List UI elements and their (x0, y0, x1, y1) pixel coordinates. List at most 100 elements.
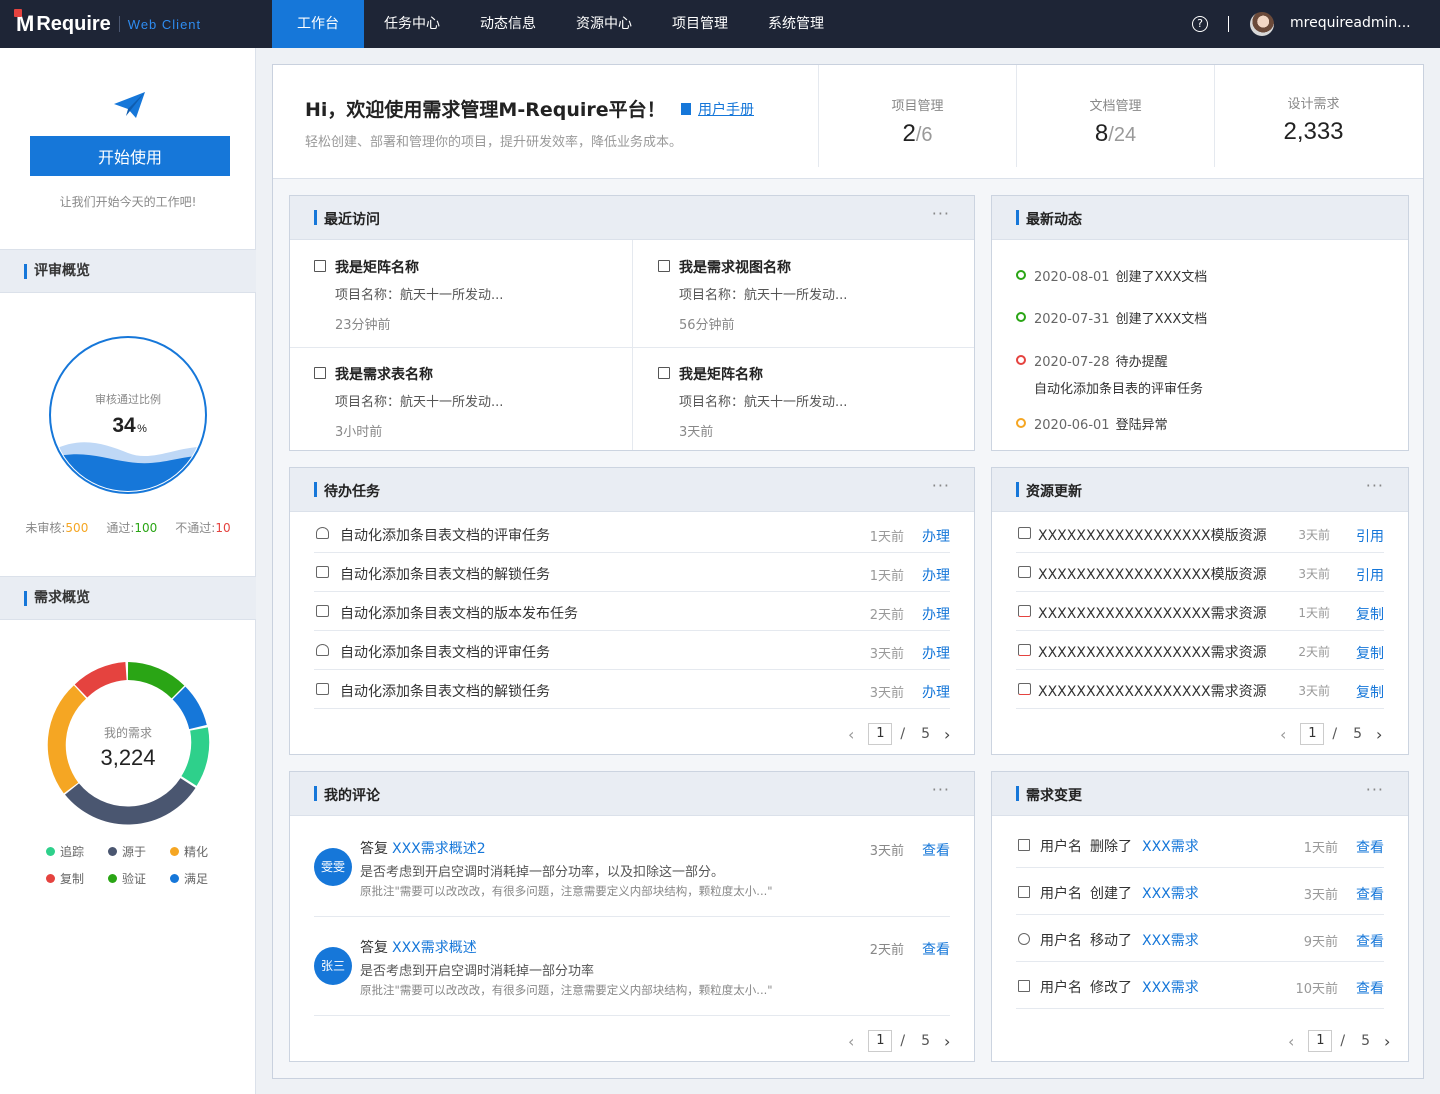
more-icon[interactable]: ··· (1366, 780, 1384, 799)
more-icon[interactable]: ··· (932, 204, 950, 223)
page-input[interactable]: 1 (1300, 723, 1325, 745)
unlock-icon (316, 566, 329, 578)
comment-item: 张三 答复 XXX需求概述 是否考虑到开启空调时消耗掉一部分功率 原批注"需要可以… (314, 917, 950, 1016)
requirement-link[interactable]: XXX需求 (1142, 930, 1199, 950)
page-separator: / (1332, 726, 1338, 742)
recent-item[interactable]: 我是需求视图名称 项目名称：航天十一所发动... 56分钟前 (634, 240, 976, 346)
view-button[interactable]: 查看 (922, 840, 950, 860)
requirement-link[interactable]: XXX需求 (1142, 977, 1199, 997)
prev-page-icon[interactable]: ‹ (1288, 1032, 1294, 1051)
recent-item[interactable]: 我是矩阵名称 项目名称：航天十一所发动... 3天前 (634, 347, 976, 453)
prev-page-icon[interactable]: ‹ (1280, 725, 1286, 744)
next-page-icon[interactable]: › (1384, 1032, 1390, 1051)
reference-button[interactable]: 引用 (1356, 526, 1384, 546)
handle-button[interactable]: 办理 (922, 604, 950, 624)
review-icon (316, 527, 329, 539)
legend-trace: 追踪 (46, 843, 108, 860)
app-logo[interactable]: M Require Web Client (13, 9, 202, 38)
more-icon[interactable]: ··· (932, 780, 950, 799)
more-icon[interactable]: ··· (1366, 476, 1384, 495)
nav-resource-center[interactable]: 资源中心 (556, 0, 652, 48)
resource-row: XXXXXXXXXXXXXXXXXX模版资源 3天前 引用 (1016, 553, 1384, 592)
view-button[interactable]: 查看 (1356, 884, 1384, 904)
review-overview-header: 评审概览 (0, 249, 256, 293)
timeline-dot (1016, 270, 1026, 280)
requirement-resource-icon (1018, 683, 1031, 695)
stat-projects-value: 2/6 (902, 120, 933, 147)
file-add-icon (1018, 886, 1030, 898)
review-gauge: 审核通过比例 34 % (49, 336, 207, 494)
recent-item-time: 56分钟前 (679, 318, 735, 333)
handle-button[interactable]: 办理 (922, 643, 950, 663)
view-button[interactable]: 查看 (1356, 978, 1384, 998)
stat-documents[interactable]: 文档管理 8/24 (1016, 65, 1214, 167)
user-manual-link[interactable]: 用户手册 (681, 99, 754, 119)
next-page-icon[interactable]: › (944, 1032, 950, 1051)
stat-requirements[interactable]: 设计需求 2,333 (1214, 65, 1412, 167)
view-button[interactable]: 查看 (1356, 837, 1384, 857)
copy-button[interactable]: 复制 (1356, 682, 1384, 702)
reference-button[interactable]: 引用 (1356, 565, 1384, 585)
requirement-link[interactable]: XXX需求 (1142, 883, 1199, 903)
activity-item: 2020-07-31 创建了XXX文档 (1016, 308, 1207, 327)
handle-button[interactable]: 办理 (922, 682, 950, 702)
activity-title: 最新动态 (1026, 212, 1082, 228)
requirement-link[interactable]: XXX需求概述 (392, 940, 477, 956)
stat-projects[interactable]: 项目管理 2/6 (818, 65, 1016, 167)
user-name[interactable]: mrequireadmin... (1290, 15, 1411, 31)
donut-center-label: 我的需求 (104, 725, 152, 740)
view-button[interactable]: 查看 (922, 939, 950, 959)
more-icon[interactable]: ··· (932, 476, 950, 495)
copy-button[interactable]: 复制 (1356, 604, 1384, 624)
logo-subtitle: Web Client (127, 16, 202, 32)
requirement-link[interactable]: XXX需求概述2 (392, 841, 486, 857)
changes-header: 需求变更 ··· (992, 772, 1408, 816)
logo-name: Require (36, 12, 111, 35)
page-separator: / (900, 1033, 906, 1049)
todo-panel: 待办任务 ··· 自动化添加条目表文档的评审任务 1天前 办理 自动化添加条目表文档… (289, 467, 975, 755)
start-button[interactable]: 开始使用 (30, 136, 230, 176)
page-input[interactable]: 1 (1308, 1030, 1333, 1052)
todo-row: 自动化添加条目表文档的评审任务 3天前 办理 (314, 631, 950, 670)
activity-header: 最新动态 (992, 196, 1408, 240)
legend-verify: 验证 (108, 870, 170, 887)
handle-button[interactable]: 办理 (922, 565, 950, 585)
resources-header: 资源更新 ··· (992, 468, 1408, 512)
requirement-link[interactable]: XXX需求 (1142, 836, 1199, 856)
avatar: 雯雯 (314, 848, 352, 886)
next-page-icon[interactable]: › (1376, 725, 1382, 744)
timeline-dot (1016, 312, 1026, 322)
nav-task-center[interactable]: 任务中心 (364, 0, 460, 48)
gauge-unit: % (137, 423, 147, 435)
resource-row: XXXXXXXXXXXXXXXXXX需求资源 2天前 复制 (1016, 631, 1384, 670)
view-button[interactable]: 查看 (1356, 931, 1384, 951)
recent-item-time: 3小时前 (335, 425, 383, 440)
nav-activity[interactable]: 动态信息 (460, 0, 556, 48)
nav-project-management[interactable]: 项目管理 (652, 0, 748, 48)
page-input[interactable]: 1 (868, 1030, 893, 1052)
prev-page-icon[interactable]: ‹ (848, 725, 854, 744)
activity-item: 2020-08-01 创建了XXX文档 (1016, 266, 1207, 285)
comments-pager: ‹ 1 / 5 › (848, 1030, 950, 1052)
nav-system-management[interactable]: 系统管理 (748, 0, 844, 48)
next-page-icon[interactable]: › (944, 725, 950, 744)
resources-pager: ‹ 1 / 5 › (1280, 723, 1382, 745)
legend-passed: 通过:100 (106, 521, 158, 535)
recent-item[interactable]: 我是矩阵名称 项目名称：航天十一所发动... 23分钟前 (290, 240, 632, 346)
nav-workbench[interactable]: 工作台 (272, 0, 364, 48)
copy-button[interactable]: 复制 (1356, 643, 1384, 663)
legend-refine: 精化 (170, 843, 232, 860)
comment-body: 是否考虑到开启空调时消耗掉一部分功率 (360, 964, 595, 979)
recent-item[interactable]: 我是需求表名称 项目名称：航天十一所发动... 3小时前 (290, 347, 632, 453)
handle-button[interactable]: 办理 (922, 526, 950, 546)
legend-copy: 复制 (46, 870, 108, 887)
help-icon[interactable]: ? (1192, 16, 1208, 32)
matrix-icon (658, 367, 670, 379)
prev-page-icon[interactable]: ‹ (848, 1032, 854, 1051)
activity-item: 2020-06-01 登陆异常 (1016, 414, 1168, 433)
comment-quote: 原批注"需要可以改改改，有很多问题，注意需要定义内部块结构，颗粒度太小..." (360, 884, 773, 898)
page-input[interactable]: 1 (868, 723, 893, 745)
changes-pager: ‹ 1 / 5 › (1288, 1030, 1390, 1052)
resource-row: XXXXXXXXXXXXXXXXXX需求资源 3天前 复制 (1016, 670, 1384, 709)
user-avatar[interactable] (1250, 12, 1274, 36)
